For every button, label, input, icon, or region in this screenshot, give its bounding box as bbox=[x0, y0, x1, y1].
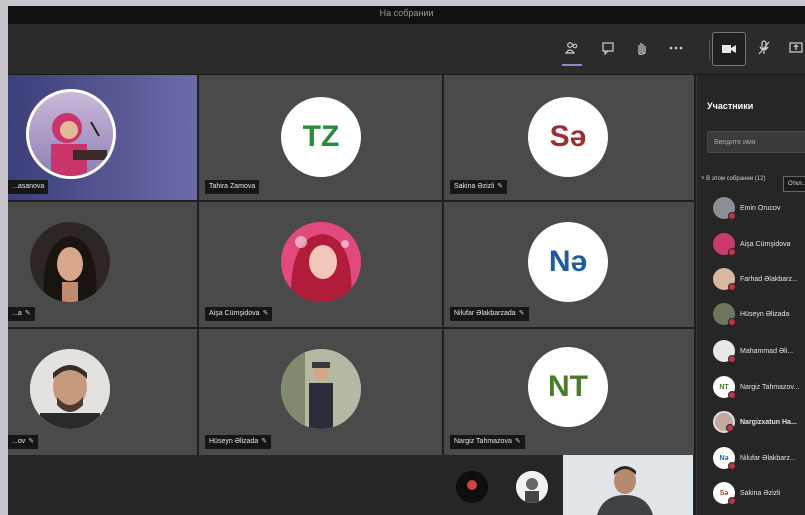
name-tag: Nilufar Əlakbarzada ✎ bbox=[450, 307, 529, 321]
video-tile[interactable]: Sə Sakina Əzizli ✎ bbox=[444, 75, 694, 200]
mic-off-icon[interactable] bbox=[752, 36, 776, 60]
video-tile[interactable]: NT Nargiz Tahmazova ✎ bbox=[444, 329, 694, 455]
mini-avatar[interactable] bbox=[516, 471, 548, 503]
mic-off-icon: ✎ bbox=[28, 438, 35, 445]
toolbar-divider bbox=[709, 40, 710, 60]
avatar bbox=[26, 89, 116, 179]
avatar: NT bbox=[713, 376, 736, 399]
self-view-video[interactable] bbox=[563, 455, 693, 515]
share-icon[interactable] bbox=[784, 36, 805, 60]
avatar: Nə bbox=[528, 222, 608, 302]
list-item[interactable]: NT Nargiz Tahmazov... bbox=[713, 374, 799, 400]
video-tile[interactable]: TZ Tahira Zamova bbox=[199, 75, 442, 200]
avatar bbox=[713, 340, 736, 363]
mic-off-icon: ✎ bbox=[261, 438, 268, 445]
panel-title: Участники bbox=[707, 101, 754, 111]
name-tag: ...asanova bbox=[8, 180, 49, 194]
avatar: Sə bbox=[713, 482, 736, 505]
list-item[interactable]: Nargizxatun Ha... bbox=[713, 409, 797, 435]
name-tag: ...a ✎ bbox=[8, 307, 35, 321]
mini-avatar[interactable] bbox=[456, 471, 488, 503]
avatar bbox=[713, 303, 736, 326]
avatar: Sə bbox=[528, 97, 608, 177]
avatar: Nə bbox=[713, 447, 736, 470]
mic-off-icon: ✎ bbox=[514, 438, 521, 445]
video-tile[interactable]: Aişa Cümşidova ✎ bbox=[199, 202, 442, 327]
camera-icon[interactable] bbox=[712, 32, 746, 66]
list-item[interactable]: Nə Nilufar Əlakbarz... bbox=[713, 445, 796, 471]
window-title: На собрании bbox=[8, 6, 805, 24]
video-grid: ...asanova TZ Tahira Zamova Sə Sakina Əz… bbox=[8, 75, 694, 455]
list-item[interactable]: Mahammad Əli... bbox=[713, 338, 793, 364]
mute-all-button[interactable]: Откл... bbox=[783, 176, 805, 192]
raise-hand-icon[interactable] bbox=[630, 36, 654, 60]
list-item[interactable]: Emin Orucov bbox=[713, 195, 780, 221]
avatar bbox=[713, 233, 736, 256]
video-tile[interactable]: ...asanova bbox=[8, 75, 197, 200]
mic-off-icon: ✎ bbox=[262, 310, 269, 317]
more-icon[interactable] bbox=[664, 36, 688, 60]
list-item[interactable]: Hüseyn Əlizada bbox=[713, 301, 789, 327]
name-tag: Tahira Zamova bbox=[205, 180, 260, 194]
avatar bbox=[713, 268, 736, 291]
mic-off-icon: ✎ bbox=[518, 310, 525, 317]
mic-off-icon: ✎ bbox=[24, 310, 31, 317]
overflow-strip bbox=[8, 455, 694, 515]
video-tile[interactable]: ...ov ✎ bbox=[8, 329, 197, 455]
video-tile[interactable]: ...a ✎ bbox=[8, 202, 197, 327]
avatar bbox=[281, 222, 361, 302]
list-item[interactable]: Sə Sakina Əzizli bbox=[713, 480, 780, 506]
video-tile[interactable]: Hüseyn Əlizada ✎ bbox=[199, 329, 442, 455]
name-tag: ...ov ✎ bbox=[8, 435, 39, 449]
list-item[interactable]: Aişa Cümşidova bbox=[713, 231, 791, 257]
avatar bbox=[30, 349, 110, 429]
name-tag: Nargiz Tahmazova ✎ bbox=[450, 435, 525, 449]
meeting-window: На собрании ...asanova TZ Tahira Zamova … bbox=[8, 6, 805, 515]
video-tile[interactable]: Nə Nilufar Əlakbarzada ✎ bbox=[444, 202, 694, 327]
avatar bbox=[30, 222, 110, 302]
section-label[interactable]: ˅ В этом собрании (12) bbox=[701, 175, 771, 183]
name-tag: Aişa Cümşidova ✎ bbox=[205, 307, 273, 321]
name-tag: Sakina Əzizli ✎ bbox=[450, 180, 508, 194]
avatar bbox=[281, 349, 361, 429]
avatar bbox=[713, 411, 735, 433]
participants-icon[interactable] bbox=[560, 36, 584, 66]
list-item[interactable]: Farhad Əlakbarz... bbox=[713, 266, 798, 292]
avatar: TZ bbox=[281, 97, 361, 177]
search-input[interactable]: Введите имя bbox=[707, 131, 805, 153]
mic-off-icon: ✎ bbox=[497, 183, 504, 190]
avatar: NT bbox=[528, 347, 608, 427]
name-tag: Hüseyn Əlizada ✎ bbox=[205, 435, 272, 449]
avatar bbox=[713, 197, 736, 220]
chat-icon[interactable] bbox=[596, 36, 620, 60]
participants-panel: Участники Введите имя ˅ В этом собрании … bbox=[696, 75, 805, 515]
meeting-toolbar bbox=[8, 24, 805, 75]
